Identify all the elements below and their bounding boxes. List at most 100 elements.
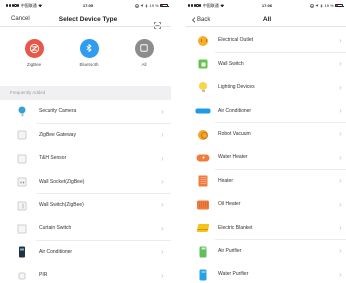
device-row-electrical-outlet[interactable]: Electrical Outlet › — [186, 29, 346, 53]
chevron-right-icon: › — [161, 177, 164, 186]
device-row-security-camera[interactable]: Security Camera › — [0, 100, 171, 124]
device-row-wall-switch[interactable]: Wall Switch › — [186, 52, 346, 77]
device-label: Water Heater — [218, 154, 248, 161]
wifi-icon — [220, 4, 225, 8]
device-row-pir-sensor[interactable]: PIR › — [0, 264, 171, 283]
air-conditioner-icon — [195, 108, 211, 114]
device-label: Wall Switch — [218, 60, 244, 67]
device-row-electric-blanket[interactable]: Electric Blanket › — [186, 216, 346, 240]
chevron-right-icon: › — [161, 153, 164, 163]
device-row-lighting-devices[interactable]: Lighting Devices › — [186, 76, 346, 100]
bluetooth-icon — [145, 3, 148, 8]
orientation-lock-icon — [134, 3, 139, 8]
chevron-right-icon: › — [339, 199, 342, 209]
signal-dot — [8, 4, 11, 7]
chevron-left-icon — [192, 16, 196, 23]
chevron-right-icon: › — [161, 247, 164, 257]
water-purifier-icon — [199, 269, 207, 281]
page-title: Select Device Type — [58, 16, 118, 23]
all-devices-screen: 中国联通 17:06 19 % Back All Electrical Outl… — [186, 0, 346, 283]
category-all[interactable]: All — [124, 38, 164, 67]
battery-percent: 19 % — [149, 3, 159, 8]
select-device-type-screen: 中国联通 17:05 19 % Cancel Select Device Typ… — [0, 0, 171, 283]
category-bluetooth[interactable]: Bluetooth — [69, 38, 109, 67]
device-row-heater[interactable]: Heater › — [186, 169, 346, 194]
wall-socket-icon — [17, 177, 27, 187]
back-label: Back — [197, 16, 211, 23]
chevron-right-icon: › — [339, 35, 342, 45]
device-label: Heater — [218, 177, 234, 184]
device-row-wall-switch[interactable]: Wall Switch(ZigBee) › — [0, 193, 171, 218]
bluetooth-icon — [320, 3, 323, 8]
status-time: 17:05 — [82, 3, 94, 8]
device-row-zigbee-gateway[interactable]: ZigBee Gateway › — [0, 123, 171, 148]
cancel-button[interactable]: Cancel — [11, 12, 30, 27]
device-label: Air Conditioner — [39, 248, 73, 255]
device-row-curtain-switch[interactable]: Curtain Switch › — [0, 217, 171, 241]
chevron-right-icon: › — [161, 130, 164, 140]
device-label: Oil Heater — [218, 201, 241, 208]
scan-icon[interactable] — [153, 16, 161, 29]
pir-sensor-icon — [18, 272, 26, 280]
back-button[interactable]: Back — [192, 12, 210, 27]
chevron-right-icon: › — [339, 269, 342, 279]
chevron-right-icon: › — [339, 223, 342, 232]
device-row-water-heater[interactable]: Water Heater › — [186, 146, 346, 170]
battery-percent: 19 % — [324, 3, 334, 8]
nav-bar: Cancel Select Device Type — [0, 12, 171, 29]
battery-level — [336, 4, 338, 6]
chevron-right-icon: › — [339, 176, 342, 186]
device-label: Air Purifier — [218, 248, 242, 255]
air-conditioner-icon — [19, 246, 25, 258]
device-label: Curtain Switch — [39, 225, 72, 232]
device-label: Lighting Devices — [218, 84, 255, 91]
heater-icon — [198, 175, 208, 187]
chevron-right-icon: › — [339, 246, 342, 256]
device-label: T&H Sensor — [39, 155, 67, 162]
device-label: Electric Blanket — [218, 224, 253, 231]
category-label: Bluetooth — [79, 62, 99, 67]
device-row-water-purifier[interactable]: Water Purifier › — [186, 263, 346, 283]
chevron-right-icon: › — [161, 106, 164, 116]
status-bar: 中国联通 17:06 19 % — [186, 2, 346, 9]
signal-dot — [190, 4, 193, 7]
device-label: Robot Vacuum — [218, 131, 251, 138]
device-row-th-sensor[interactable]: T&H Sensor › — [0, 147, 171, 171]
oil-heater-icon — [197, 200, 209, 210]
category-zigbee[interactable]: ZigBee — [14, 38, 54, 67]
status-right-group: 19 % — [134, 2, 169, 9]
device-label: Wall Switch(ZigBee) — [39, 202, 84, 209]
signal-strength-icon — [6, 4, 20, 7]
wall-switch-icon — [198, 59, 208, 69]
device-row-air-purifier[interactable]: Air Purifier › — [186, 239, 346, 264]
device-label: Wall Socket(ZigBee) — [39, 178, 85, 185]
device-row-oil-heater[interactable]: Oil Heater › — [186, 193, 346, 217]
device-label: ZigBee Gateway — [39, 131, 76, 138]
device-label: PIR — [39, 272, 48, 279]
signal-dot — [188, 4, 191, 7]
device-row-wall-socket[interactable]: Wall Socket(ZigBee) › — [0, 170, 171, 194]
electrical-outlet-icon — [198, 35, 208, 46]
zigbee-gateway-icon — [17, 130, 27, 140]
signal-dot — [199, 4, 202, 7]
signal-strength-icon — [188, 4, 202, 7]
robot-vacuum-icon — [198, 129, 208, 140]
chevron-right-icon: › — [161, 270, 164, 280]
all-circle — [134, 38, 154, 58]
wall-switch-icon — [17, 201, 27, 211]
zigbee-circle — [24, 38, 44, 58]
device-row-air-conditioner[interactable]: Air Conditioner › — [186, 99, 346, 123]
device-row-robot-vacuum[interactable]: Robot Vacuum › — [186, 122, 346, 147]
lighting-devices-icon — [199, 82, 207, 93]
carrier-name: 中国联通 — [20, 3, 37, 8]
chevron-right-icon: › — [339, 82, 342, 92]
device-row-air-conditioner[interactable]: Air Conditioner › — [0, 240, 171, 265]
all-devices-icon — [140, 44, 148, 52]
category-label: All — [141, 62, 147, 67]
status-bar: 中国联通 17:05 19 % — [0, 2, 171, 9]
status-time: 17:06 — [261, 3, 273, 8]
carrier-group: 中国联通 — [6, 2, 43, 9]
signal-dot — [6, 4, 9, 7]
location-icon — [140, 3, 144, 8]
bluetooth-circle — [79, 38, 99, 58]
